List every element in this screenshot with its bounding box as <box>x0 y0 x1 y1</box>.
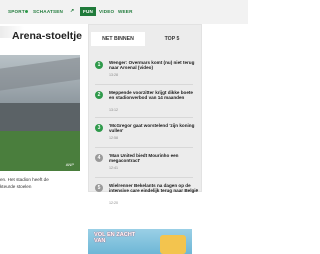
nav-item-weer[interactable]: WEER <box>118 9 133 14</box>
news-number-badge: 3 <box>95 124 103 132</box>
nav-item-sport[interactable]: SPORT <box>8 9 25 14</box>
news-number-badge: 1 <box>95 61 103 69</box>
news-number-badge: 5 <box>95 184 103 192</box>
sidebar-tabs: NET BINNEN TOP 5 <box>91 32 199 46</box>
tab-top-5[interactable]: TOP 5 <box>145 32 199 46</box>
caption-line-1: en. Het stadion heeft de <box>0 177 49 182</box>
article-title[interactable]: Arena-stoeltje <box>12 30 82 42</box>
news-item[interactable]: 4 'Man United biedt Mourinho een megacon… <box>95 150 199 176</box>
news-time: 13:28 <box>109 73 118 77</box>
photo-credit: ANP <box>65 162 74 167</box>
news-time: 13:12 <box>109 108 118 112</box>
news-number-badge: 4 <box>95 154 103 162</box>
ad-text: VOL EN ZACHT VAN <box>94 232 136 244</box>
news-number-badge: 2 <box>95 91 103 99</box>
news-headline: Wielrenner Bekelants na dagen op de inte… <box>109 183 199 194</box>
divider <box>95 147 193 148</box>
nav-item-schaatsen[interactable]: SCHAATSEN <box>33 9 63 14</box>
news-item[interactable]: 1 Wenger: Overmars komt (nu) niet terug … <box>95 57 199 83</box>
caption-line-2: kteurde stoelen <box>0 184 32 189</box>
top-nav: SPORT SCHAATSEN ↗ FUN VIDEO WEER <box>0 0 248 24</box>
divider <box>95 84 193 85</box>
tab-net-binnen[interactable]: NET BINNEN <box>91 32 145 46</box>
news-time: 12:20 <box>109 201 118 205</box>
article-caption: en. Het stadion heeft de kteurde stoelen <box>0 176 80 190</box>
divider <box>95 177 193 178</box>
nav-item-video[interactable]: VIDEO <box>99 9 114 14</box>
nav-item-fun[interactable]: FUN <box>80 7 97 16</box>
ad-product-image <box>160 235 186 254</box>
news-headline: Meppende voorzitter krijgt dikke boete e… <box>109 90 193 101</box>
news-time: 12:41 <box>109 166 118 170</box>
article-hero-image[interactable]: ANP <box>0 55 80 171</box>
external-link-icon: ↗ <box>70 8 75 14</box>
nav-dot-icon <box>25 10 28 13</box>
news-headline: 'Man United biedt Mourinho een megacontr… <box>109 153 179 164</box>
news-item[interactable]: 2 Meppende voorzitter krijgt dikke boete… <box>95 87 199 113</box>
news-headline: 'McGregor gaat worstelend 'zijn koning v… <box>109 123 195 134</box>
ad-banner[interactable]: VOL EN ZACHT VAN <box>88 229 192 254</box>
news-sidebar: NET BINNEN TOP 5 1 Wenger: Overmars komt… <box>88 24 202 205</box>
news-item[interactable]: 5 Wielrenner Bekelants na dagen op de in… <box>95 180 199 206</box>
stadium-roof <box>0 57 80 91</box>
news-item[interactable]: 3 'McGregor gaat worstelend 'zijn koning… <box>95 120 199 146</box>
news-headline: Wenger: Overmars komt (nu) niet terug na… <box>109 60 195 71</box>
stadium-stand <box>0 103 80 131</box>
divider <box>95 117 193 118</box>
news-time: 12:58 <box>109 136 118 140</box>
